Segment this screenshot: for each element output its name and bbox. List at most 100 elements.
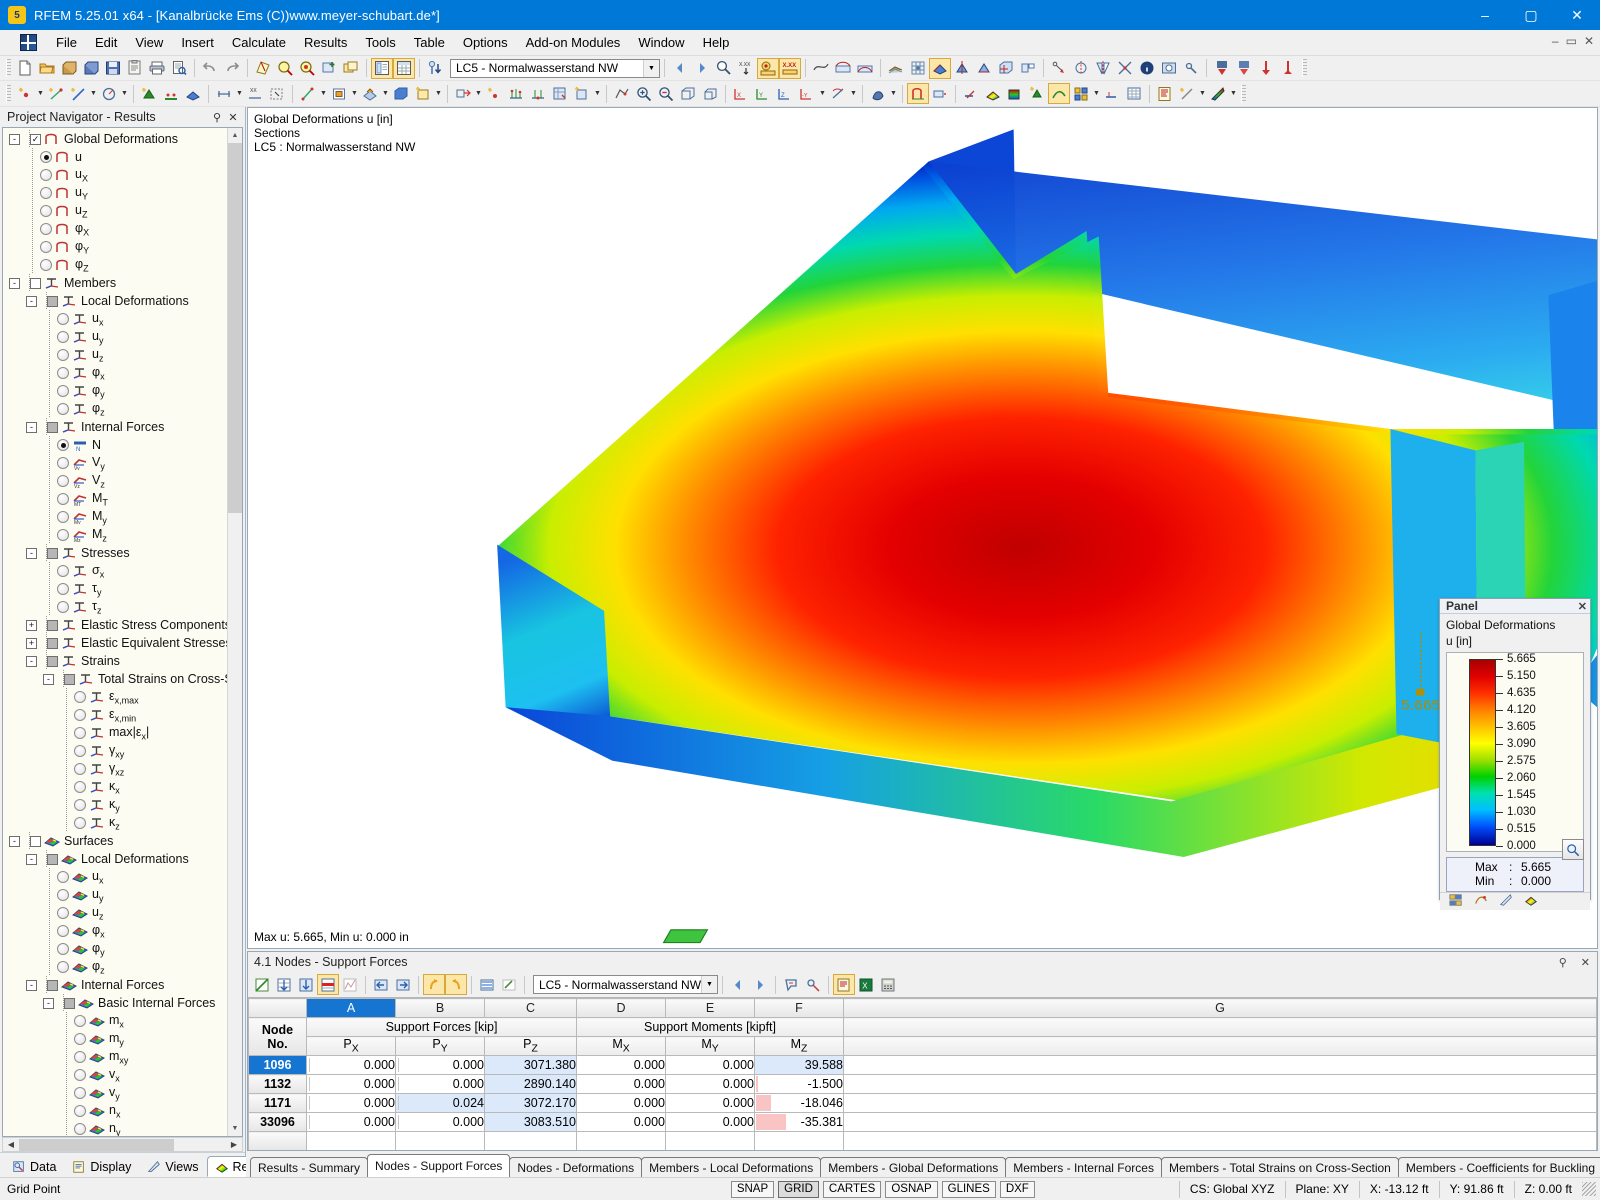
load-down-4-button[interactable] (1277, 58, 1299, 79)
photo-button[interactable] (1158, 58, 1180, 79)
cell-empty[interactable] (396, 1132, 485, 1151)
tree-item-25[interactable]: τy (3, 580, 227, 598)
settings-tool-button[interactable] (1180, 58, 1202, 79)
dimension-dropdown[interactable]: ▼ (235, 83, 244, 104)
table-load-case-dropdown-arrow[interactable]: ▼ (701, 976, 717, 993)
result-table-button[interactable] (1123, 83, 1145, 104)
table-load-case-combobox[interactable]: LC5 - Normalwasserstand NW ▼ (533, 975, 718, 994)
next-load-case-button[interactable] (691, 58, 713, 79)
tree-item-11[interactable]: uy (3, 328, 227, 346)
new-surface-button[interactable] (182, 83, 204, 104)
tree-radio[interactable] (57, 457, 69, 469)
new-object-button[interactable] (412, 83, 434, 104)
window-resize-grip[interactable] (1582, 1182, 1596, 1196)
open-file-button[interactable] (36, 58, 58, 79)
navigator-vertical-scrollbar[interactable]: ▲ ▼ (227, 128, 242, 1136)
toolbar-grip[interactable] (6, 59, 11, 77)
zoom-window-button[interactable] (274, 58, 296, 79)
tree-expander[interactable]: - (26, 422, 37, 433)
result-diagram-2-button[interactable] (854, 58, 876, 79)
cell-r1-c2[interactable]: 2890.140 (485, 1075, 577, 1094)
generate-dropdown[interactable]: ▼ (593, 83, 602, 104)
new-support-button[interactable] (138, 83, 160, 104)
nodal-load-dropdown[interactable]: ▼ (319, 83, 328, 104)
tree-radio[interactable] (40, 151, 52, 163)
tree-radio[interactable] (74, 1087, 86, 1099)
tree-checkbox[interactable] (47, 638, 58, 649)
zoom-all-button[interactable] (296, 58, 318, 79)
set-node-button[interactable] (483, 83, 505, 104)
tree-radio[interactable] (57, 475, 69, 487)
intersect-button[interactable] (1114, 58, 1136, 79)
show-navigator-button[interactable] (371, 58, 393, 79)
rotate-model-button[interactable] (827, 83, 849, 104)
tree-group-40[interactable]: -Local Deformations (3, 850, 227, 868)
table-edit-button[interactable] (251, 974, 273, 995)
tree-radio[interactable] (57, 925, 69, 937)
show-values-numeric-button[interactable]: X.XX (779, 58, 801, 79)
cell-r3-c2[interactable]: 3083.510 (485, 1113, 577, 1132)
save-all-button[interactable] (124, 58, 146, 79)
tree-item-36[interactable]: κx (3, 778, 227, 796)
menu-view[interactable]: View (126, 31, 172, 54)
results-info-button[interactable] (713, 58, 735, 79)
close-icon[interactable]: ✕ (225, 109, 241, 125)
sections-button[interactable] (1017, 58, 1039, 79)
cell-empty[interactable] (485, 1132, 577, 1151)
table-graph-button[interactable] (339, 974, 361, 995)
results-panel[interactable]: Panel ✕ Global Deformations u [in] 5.665… (1439, 598, 1591, 900)
tree-checkbox[interactable] (47, 548, 58, 559)
menu-addon-modules[interactable]: Add-on Modules (517, 31, 630, 54)
table-next-column-button[interactable] (392, 974, 414, 995)
tree-item-50[interactable]: my (3, 1030, 227, 1048)
menu-edit[interactable]: Edit (86, 31, 126, 54)
tree-item-18[interactable]: VyVy (3, 454, 227, 472)
rotate-view-button[interactable] (1070, 58, 1092, 79)
tab-nodes-support-forces[interactable]: Nodes - Support Forces (367, 1154, 510, 1177)
tab-members-local-deformations[interactable]: Members - Local Deformations (641, 1157, 821, 1177)
tree-checkbox[interactable] (64, 998, 75, 1009)
new-object-dropdown[interactable]: ▼ (434, 83, 443, 104)
render-model-button[interactable] (252, 58, 274, 79)
member-diagram-button[interactable] (1101, 83, 1123, 104)
tree-radio[interactable] (74, 817, 86, 829)
cell-r0-c4[interactable]: 0.000 (666, 1056, 755, 1075)
table-row[interactable]: 330960.0000.0003083.5100.0000.000-35.381 (249, 1113, 1597, 1132)
tree-item-34[interactable]: γxy (3, 742, 227, 760)
column-header-D[interactable]: D (577, 999, 666, 1018)
pin-icon[interactable]: ⚲ (209, 109, 225, 125)
row-header-node[interactable]: 1171 (249, 1094, 307, 1113)
tree-expander[interactable]: - (9, 836, 20, 847)
surface-results-2-button[interactable] (951, 58, 973, 79)
tree-expander[interactable]: + (26, 638, 37, 649)
table-settings-button[interactable] (802, 974, 824, 995)
redo-button[interactable] (221, 58, 243, 79)
divide-members-button[interactable] (527, 83, 549, 104)
tree-radio[interactable] (57, 385, 69, 397)
surface-results-button[interactable] (929, 58, 951, 79)
view-dropdown[interactable]: ▼ (818, 83, 827, 104)
zoom-previous-button[interactable] (318, 58, 340, 79)
cell-r3-c6[interactable] (844, 1113, 1597, 1132)
tree-radio[interactable] (57, 349, 69, 361)
load-down-2-button[interactable] (1233, 58, 1255, 79)
tree-item-13[interactable]: φx (3, 364, 227, 382)
tab-results-summary[interactable]: Results - Summary (250, 1157, 368, 1177)
dimension-button[interactable] (213, 83, 235, 104)
move-copy-dropdown[interactable]: ▼ (474, 83, 483, 104)
tree-item-1[interactable]: u (3, 148, 227, 166)
tree-radio[interactable] (57, 565, 69, 577)
load-down-3-button[interactable] (1255, 58, 1277, 79)
tree-item-21[interactable]: MyMy (3, 508, 227, 526)
tree-expander[interactable]: - (43, 674, 54, 685)
tree-radio[interactable] (57, 871, 69, 883)
tree-item-2[interactable]: uX (3, 166, 227, 184)
surface-results-color-button[interactable] (982, 83, 1004, 104)
view-y-button[interactable]: Y (752, 83, 774, 104)
cell-r2-c3[interactable]: 0.000 (577, 1094, 666, 1113)
tab-members-global-deformations[interactable]: Members - Global Deformations (820, 1157, 1006, 1177)
tree-radio[interactable] (57, 439, 69, 451)
member-load-button[interactable] (328, 83, 350, 104)
row-header-node[interactable]: 1096 (249, 1056, 307, 1075)
cell-r2-c1[interactable]: 0.024 (396, 1094, 485, 1113)
